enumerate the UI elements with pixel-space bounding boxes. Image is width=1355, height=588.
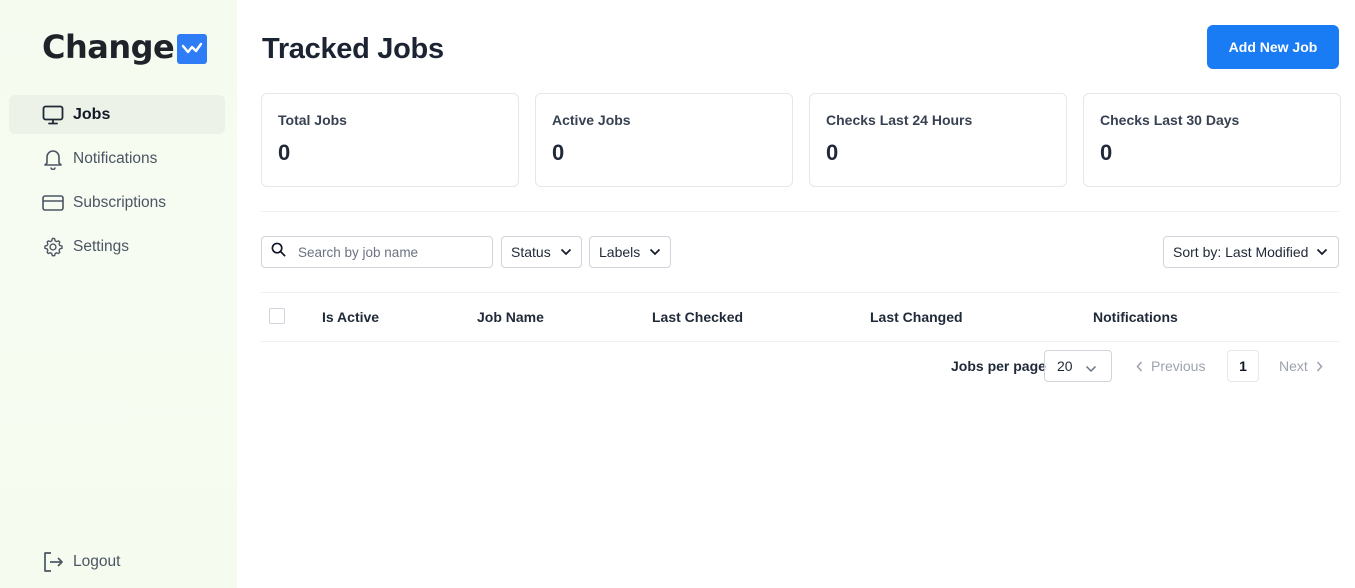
gear-icon bbox=[41, 235, 65, 259]
stat-label: Checks Last 30 Days bbox=[1100, 112, 1240, 128]
chevron-down-icon bbox=[560, 248, 572, 256]
stat-card-active-jobs: Active Jobs 0 bbox=[535, 93, 793, 187]
section-divider bbox=[261, 211, 1339, 212]
jobs-per-page-value: 20 bbox=[1057, 358, 1073, 374]
stat-card-checks-24h: Checks Last 24 Hours 0 bbox=[809, 93, 1067, 187]
next-label: Next bbox=[1279, 358, 1308, 374]
chevron-left-icon bbox=[1136, 361, 1143, 372]
labels-filter-label: Labels bbox=[599, 244, 641, 260]
sidebar-item-settings[interactable]: Settings bbox=[9, 227, 225, 266]
stat-value: 0 bbox=[278, 140, 291, 165]
search-input[interactable] bbox=[298, 244, 478, 260]
jobs-per-page-select[interactable]: 20 bbox=[1044, 350, 1112, 382]
previous-page-button[interactable]: Previous bbox=[1136, 358, 1205, 374]
next-page-button[interactable]: Next bbox=[1279, 358, 1323, 374]
stat-value: 0 bbox=[1100, 140, 1113, 165]
sidebar-item-subscriptions[interactable]: Subscriptions bbox=[9, 183, 225, 222]
stat-card-checks-30d: Checks Last 30 Days 0 bbox=[1083, 93, 1341, 187]
page-number-button[interactable]: 1 bbox=[1227, 350, 1259, 382]
column-header-last-changed[interactable]: Last Changed bbox=[870, 309, 963, 325]
trend-chart-icon bbox=[177, 34, 208, 64]
sidebar-item-label: Settings bbox=[73, 237, 130, 255]
labels-filter-dropdown[interactable]: Labels bbox=[589, 236, 672, 268]
stat-value: 0 bbox=[552, 140, 565, 165]
sidebar-nav: Jobs Notifications Subscriptions Setting… bbox=[9, 95, 225, 271]
search-box[interactable] bbox=[261, 236, 493, 268]
column-header-is-active[interactable]: Is Active bbox=[322, 309, 379, 325]
stats-row: Total Jobs 0 Active Jobs 0 Checks Last 2… bbox=[261, 93, 1341, 187]
sidebar-item-jobs[interactable]: Jobs bbox=[9, 95, 225, 134]
stat-label: Checks Last 24 Hours bbox=[826, 112, 973, 128]
logo[interactable]: Change bbox=[42, 28, 208, 66]
chevron-down-icon bbox=[1085, 360, 1097, 376]
stat-label: Active Jobs bbox=[552, 112, 631, 128]
jobs-per-page-label: Jobs per page bbox=[951, 358, 1046, 374]
stat-label: Total Jobs bbox=[278, 112, 347, 128]
page-title: Tracked Jobs bbox=[262, 33, 444, 65]
column-header-last-checked[interactable]: Last Checked bbox=[652, 309, 743, 325]
table-header: Is Active Job Name Last Checked Last Cha… bbox=[261, 292, 1339, 342]
logo-text: Change bbox=[42, 28, 175, 66]
status-filter-dropdown[interactable]: Status bbox=[501, 236, 582, 268]
sidebar-item-notifications[interactable]: Notifications bbox=[9, 139, 225, 178]
logout-label: Logout bbox=[73, 553, 121, 570]
add-new-job-button[interactable]: Add New Job bbox=[1207, 25, 1339, 69]
bell-icon bbox=[41, 147, 65, 171]
chevron-right-icon bbox=[1316, 361, 1323, 372]
chevron-down-icon bbox=[1316, 248, 1328, 256]
monitor-icon bbox=[41, 103, 65, 127]
sidebar: Change Jobs Notifications Subscriptions bbox=[0, 0, 237, 588]
chevron-down-icon bbox=[649, 248, 661, 256]
sort-dropdown[interactable]: Sort by: Last Modified bbox=[1163, 236, 1339, 268]
status-filter-label: Status bbox=[511, 244, 551, 260]
stat-value: 0 bbox=[826, 140, 839, 165]
previous-label: Previous bbox=[1151, 358, 1206, 374]
column-header-job-name[interactable]: Job Name bbox=[477, 309, 544, 325]
stat-card-total-jobs: Total Jobs 0 bbox=[261, 93, 519, 187]
search-icon bbox=[271, 242, 286, 262]
select-all-checkbox[interactable] bbox=[269, 308, 285, 324]
sidebar-item-label: Jobs bbox=[73, 105, 111, 123]
column-header-notifications[interactable]: Notifications bbox=[1093, 309, 1178, 325]
sidebar-item-label: Subscriptions bbox=[73, 193, 167, 211]
logout-button[interactable]: Logout bbox=[41, 550, 120, 574]
credit-card-icon bbox=[41, 191, 65, 215]
sidebar-item-label: Notifications bbox=[73, 149, 158, 167]
sort-label: Sort by: Last Modified bbox=[1173, 244, 1309, 260]
logout-icon bbox=[41, 550, 65, 574]
